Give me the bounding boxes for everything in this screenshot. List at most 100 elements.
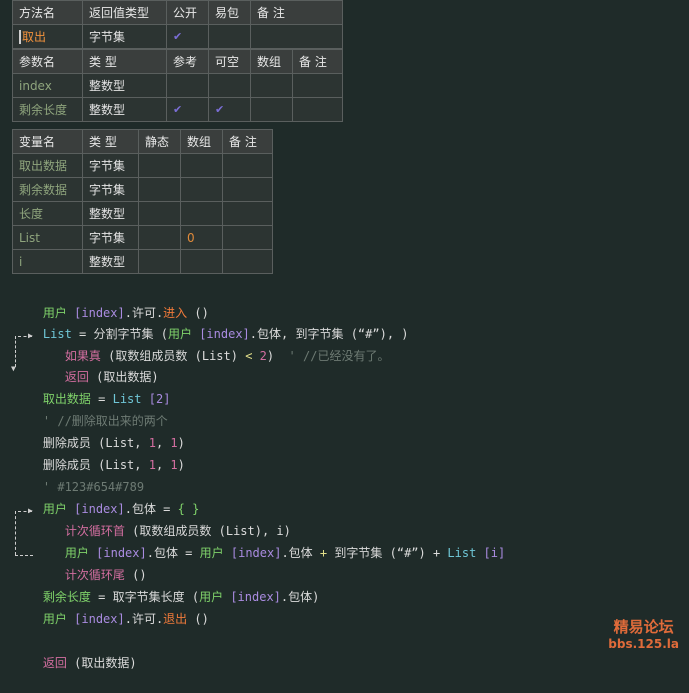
method-return-type[interactable]: 字节集 — [82, 24, 167, 49]
header-var-note: 备 注 — [222, 129, 273, 154]
code-token: 到字节集 — [334, 546, 383, 560]
variable-row[interactable]: i 整数型 — [12, 249, 273, 274]
var-note-cell[interactable] — [222, 177, 273, 202]
var-note-cell[interactable] — [222, 153, 273, 178]
param-optional-cell[interactable] — [208, 73, 251, 98]
var-type[interactable]: 整数型 — [82, 201, 139, 226]
variable-row[interactable]: List 字节集 0 — [12, 225, 273, 250]
variable-table-header: 变量名 类 型 静态 数组 备 注 — [12, 129, 273, 154]
code-token: 1 — [148, 458, 156, 472]
public-check-icon[interactable]: ✔ — [166, 24, 209, 49]
header-note: 备 注 — [250, 0, 343, 25]
code-line[interactable]: 用户 [index].许可.退出 () — [14, 589, 209, 626]
var-static-cell[interactable] — [138, 225, 181, 250]
var-name[interactable]: 剩余数据 — [12, 177, 83, 202]
code-token: ) — [177, 458, 185, 472]
var-note-cell[interactable] — [222, 249, 273, 274]
code-line[interactable]: 计次循环首 (取数组成员数 (List), i) — [36, 501, 291, 538]
code-line[interactable]: 删除成员 (List, 1, 1) — [14, 413, 185, 450]
code-line[interactable]: 计次循环尾 () — [36, 545, 147, 582]
code-token: [index] — [66, 612, 125, 626]
var-name[interactable]: List — [12, 225, 83, 250]
code-token: (取出数据) — [66, 656, 137, 670]
var-type[interactable]: 字节集 — [82, 153, 139, 178]
param-table-header: 参数名 类 型 参考 可空 数组 备 注 — [12, 49, 343, 74]
var-type[interactable]: 字节集 — [82, 225, 139, 250]
code-line[interactable]: List = 分割字节集 (用户 [index].包体, 到字节集 (“#”),… — [14, 304, 409, 341]
header-reference: 参考 — [166, 49, 209, 74]
header-return-type: 返回值类型 — [82, 0, 167, 25]
var-static-cell[interactable] — [138, 153, 181, 178]
param-type[interactable]: 整数型 — [82, 73, 167, 98]
param-name[interactable]: 剩余长度 — [12, 97, 83, 122]
param-note-cell[interactable] — [292, 97, 343, 122]
var-note-cell[interactable] — [222, 225, 273, 250]
header-optional: 可空 — [208, 49, 251, 74]
header-param-note: 备 注 — [292, 49, 343, 74]
forum-watermark: 精易论坛 bbs.125.la — [608, 616, 679, 651]
var-array-cell[interactable] — [180, 201, 223, 226]
param-note-cell[interactable] — [292, 73, 343, 98]
var-name[interactable]: 长度 — [12, 201, 83, 226]
param-ref-cell[interactable] — [166, 73, 209, 98]
header-easy-package: 易包 — [208, 0, 251, 25]
param-table: 参数名 类 型 参考 可空 数组 备 注 index 整数型 剩余长度 整数型 … — [12, 49, 343, 122]
var-static-cell[interactable] — [138, 177, 181, 202]
method-name-cell[interactable]: 取出 — [12, 24, 83, 49]
var-name[interactable]: i — [12, 249, 83, 274]
var-type[interactable]: 字节集 — [82, 177, 139, 202]
code-token: .包体 — [146, 546, 178, 560]
code-token: [index] — [223, 546, 282, 560]
watermark-title: 精易论坛 — [613, 618, 674, 636]
code-line[interactable]: 返回 (取出数据) — [14, 633, 137, 670]
optional-check-icon[interactable]: ✔ — [208, 97, 251, 122]
code-line[interactable]: 用户 [index].包体 = { } — [14, 479, 199, 516]
var-type[interactable]: 整数型 — [82, 249, 139, 274]
var-array-dimension[interactable]: 0 — [180, 225, 223, 250]
loop-arrow-icon: ▶ — [28, 506, 33, 515]
var-note-cell[interactable] — [222, 201, 273, 226]
variable-row[interactable]: 剩余数据 字节集 — [12, 177, 273, 202]
param-row[interactable]: index 整数型 — [12, 73, 343, 98]
watermark-url: bbs.125.la — [608, 637, 679, 651]
param-array-cell[interactable] — [250, 97, 293, 122]
var-array-cell[interactable] — [180, 153, 223, 178]
code-token: (List) — [187, 349, 246, 363]
var-name[interactable]: 取出数据 — [12, 153, 83, 178]
var-static-cell[interactable] — [138, 249, 181, 274]
loop-guide-bottom — [15, 555, 33, 556]
method-row[interactable]: 取出 字节集 ✔ — [12, 24, 343, 49]
method-name[interactable]: 取出 — [19, 30, 47, 44]
param-name[interactable]: index — [12, 73, 83, 98]
variable-row[interactable]: 取出数据 字节集 — [12, 153, 273, 178]
code-line[interactable]: 取出数据 = List [2] — [14, 369, 171, 406]
code-line[interactable]: 返回 (取出数据) — [36, 347, 159, 384]
code-line[interactable]: 删除成员 (List, 1, 1) — [14, 435, 185, 472]
var-static-cell[interactable] — [138, 201, 181, 226]
method-note-cell[interactable] — [250, 24, 343, 49]
easy-package-cell[interactable] — [208, 24, 251, 49]
param-array-cell[interactable] — [250, 73, 293, 98]
code-line[interactable]: 剩余长度 = 取字节集长度 (用户 [index].包体) — [14, 567, 319, 604]
param-type[interactable]: 整数型 — [82, 97, 167, 122]
code-line[interactable]: 如果真 (取数组成员数 (List) < 2) ' //已经没有了。 — [36, 326, 390, 363]
header-public: 公开 — [166, 0, 209, 25]
code-line[interactable]: 用户 [index].包体 = 用户 [index].包体 + 到字节集 (“#… — [36, 523, 505, 560]
header-var-array: 数组 — [180, 129, 223, 154]
code-line[interactable]: ' #123#654#789 — [14, 457, 144, 494]
code-token: .包体 — [281, 546, 313, 560]
var-array-cell[interactable] — [180, 177, 223, 202]
code-token: 1 — [170, 458, 178, 472]
code-token: = — [177, 546, 200, 560]
var-array-cell[interactable] — [180, 249, 223, 274]
param-row[interactable]: 剩余长度 整数型 ✔ ✔ — [12, 97, 343, 122]
code-line[interactable]: ' //删除取出来的两个 — [14, 391, 168, 428]
variable-row[interactable]: 长度 整数型 — [12, 201, 273, 226]
code-line[interactable]: 用户 [index].许可.进入 () — [14, 283, 209, 320]
header-var-type: 类 型 — [82, 129, 139, 154]
code-token: [index] — [223, 590, 281, 604]
reference-check-icon[interactable]: ✔ — [166, 97, 209, 122]
code-token: 用户 — [199, 546, 224, 560]
variable-table: 变量名 类 型 静态 数组 备 注 取出数据 字节集 剩余数据 字节集 长度 整… — [12, 129, 273, 274]
code-token: () — [187, 612, 209, 626]
